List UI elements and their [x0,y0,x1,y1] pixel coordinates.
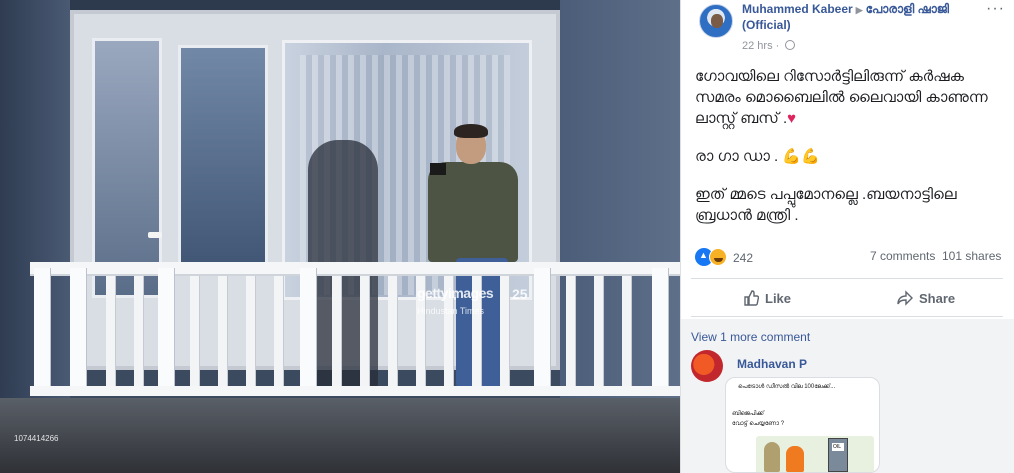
railing-baluster [594,276,603,388]
watermark: gettyimages [417,285,494,301]
heart-icon: ♥ [787,110,797,127]
view-more-comments-link[interactable]: View 1 more comment [691,330,810,344]
globe-icon [785,40,796,50]
railing-post [34,268,50,396]
share-icon [897,290,913,306]
balcony-railing [30,262,680,400]
comment-image-caption: പെട്രോൾ ഡീസൽ വില 100ലേക്ക്... [738,384,836,390]
railing-post [534,268,550,396]
comment-image-text: ബിജെപിക്ക് [732,411,764,417]
author-avatar[interactable] [699,4,733,38]
shares-count[interactable]: 101 shares [942,249,1001,263]
timestamp-text[interactable]: 22 hrs [742,40,773,52]
reaction-count[interactable]: 242 [733,251,753,265]
person [454,124,488,138]
comment-image-text: വോട്ട് ചെയ്യണോ ? [732,421,785,427]
railing-baluster [566,276,575,388]
post-photo[interactable]: gettyimages 25 Hindustan Times 107441426… [0,0,680,473]
commenter-avatar[interactable] [691,350,723,382]
railing-post [70,268,86,396]
share-label[interactable]: Share [919,291,955,306]
more-options-icon[interactable]: ··· [986,0,1005,18]
railing-baluster [246,276,255,388]
railing-baluster [500,276,509,388]
cartoon-figure [764,442,780,472]
post-panel: Muhammed Kabeer ▶ പോരാളി ഷാജി (Official) ·… [680,0,1014,473]
person [428,162,518,262]
post-paragraph: ഗോവയിലെ റിസോർട്ടിലിരുന്ന് കർഷക സമരം മൊബൈ… [695,68,988,127]
comment-image-caption: ബിജെപിക്ക് വോട്ട് ചെയ്യണോ ? [732,409,784,429]
post-paragraph: ഇത് മ്മടെ പപ്പുമോനല്ലെ .ബയനാട്ടിലെ ബ്രധാ… [695,186,957,224]
post-text: ഗോവയിലെ റിസോർട്ടിലിരുന്ന് കർഷക സമരം മൊബൈ… [695,66,1005,243]
railing-post [300,268,316,396]
divider [691,278,1003,279]
railing-baluster [218,276,227,388]
railing-baluster [274,276,283,388]
railing-baluster [388,276,397,388]
share-button[interactable]: Share [897,289,955,309]
balcony-base [0,398,680,473]
haha-reaction-icon[interactable] [709,248,727,266]
railing-baluster [190,276,199,388]
railing-baluster [360,276,369,388]
author-name[interactable]: Muhammed Kabeer [742,2,853,16]
railing-baluster [134,276,143,388]
thumbs-up-icon [744,290,759,306]
watermark-credit: Hindustan Times [417,306,485,316]
like-button[interactable]: Like [743,289,791,309]
glass-door [178,45,268,275]
railing-baluster [622,276,631,388]
railing-baluster [106,276,115,388]
railing-post [158,268,174,396]
comment-image[interactable]: പെട്രോൾ ഡീസൽ വില 100ലേക്ക്... ബിജെപിക്ക്… [725,377,880,473]
fuel-pump-label: OIL [833,444,842,450]
reactions-bar: 242 7 comments 101 shares [695,248,1005,268]
watermark-badge: 25 [512,286,528,302]
like-label[interactable]: Like [765,291,791,306]
commenter-name[interactable]: Madhavan P [737,357,807,371]
fuel-pump: OIL [828,438,848,472]
image-id: 1074414266 [14,434,59,443]
divider [691,316,1003,317]
comments-count[interactable]: 7 comments [870,249,935,263]
railing-baluster [332,276,341,388]
arrow-right-icon: ▶ [855,5,863,15]
railing-top [30,262,680,276]
door-handle [148,232,162,238]
railing-post [652,268,668,396]
phone [430,163,446,175]
cartoon-figure [786,446,804,472]
post-paragraph: രാ ഗാ ഡാ . 💪💪 [695,148,820,165]
comment-section: View 1 more comment Madhavan P പെട്രോൾ ഡ… [681,319,1014,473]
post-timestamp[interactable]: 22 hrs · [742,40,796,52]
railing-bottom [30,386,680,396]
glass-door [92,38,162,298]
post-header: Muhammed Kabeer ▶ പോരാളി ഷാജി (Official) [742,2,988,33]
